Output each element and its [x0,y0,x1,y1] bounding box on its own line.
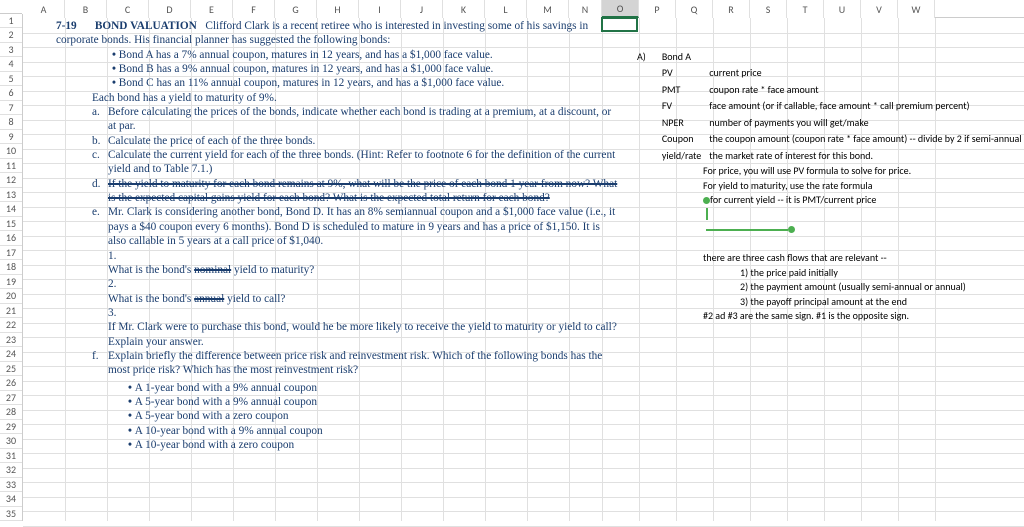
ytm-line: Each bond has a yield to maturity of 9%. [92,91,631,105]
notes-a-bond: Bond A [662,49,707,64]
marker-dot-icon [703,197,710,204]
bond-a-desc: Bond A has a 7% annual coupon, matures i… [112,48,631,62]
row-header-25[interactable]: 25 [0,362,22,377]
col-header-E[interactable]: E [191,0,233,18]
select-all-corner[interactable] [0,0,22,14]
bond-b-desc: Bond B has a 9% annual coupon, matures i… [112,62,631,76]
row-header-31[interactable]: 31 [0,449,22,464]
row-header-32[interactable]: 32 [0,463,22,478]
row-header-20[interactable]: 20 [0,289,22,304]
f-opt-3: A 5-year bond with a zero coupon [128,409,631,423]
col-header-A[interactable]: A [23,0,65,18]
col-header-W[interactable]: W [898,0,935,18]
column-headers: ABCDEFGHIJKLMNOPQRSTUVW [23,0,1024,18]
problem-text: 7-19 BOND VALUATION Clifford Clark is a … [56,19,631,452]
part-b: Calculate the price of each of the three… [108,134,618,148]
row-header-5[interactable]: 5 [0,72,22,87]
row-header-22[interactable]: 22 [0,318,22,333]
part-e1: What is the bond's nominal yield to matu… [108,263,618,277]
row-header-11[interactable]: 11 [0,159,22,174]
col-header-H[interactable]: H [317,0,359,18]
col-header-C[interactable]: C [107,0,149,18]
col-header-N[interactable]: N [569,0,602,18]
part-e3: If Mr. Clark were to purchase this bond,… [108,320,618,349]
row-header-30[interactable]: 30 [0,434,22,449]
notes-cashflows: there are three cash flows that are rele… [703,251,966,324]
row-header-15[interactable]: 15 [0,217,22,232]
col-header-D[interactable]: D [149,0,191,18]
col-header-R[interactable]: R [713,0,750,18]
part-c: Calculate the current yield for each of … [108,148,618,177]
part-d: If the yield to maturity for each bond r… [108,177,618,206]
row-headers: 1234567891011121314151617181920212223242… [0,14,23,522]
row-header-2[interactable]: 2 [0,28,22,43]
row-header-27[interactable]: 27 [0,391,22,406]
marker-line-icon [708,229,788,231]
row-header-8[interactable]: 8 [0,115,22,130]
row-header-16[interactable]: 16 [0,231,22,246]
row-header-4[interactable]: 4 [0,57,22,72]
col-header-O[interactable]: O [602,0,639,18]
row-header-33[interactable]: 33 [0,478,22,493]
row-header-10[interactable]: 10 [0,144,22,159]
notes-formulas: For price, you will use PV formula to so… [703,164,911,237]
col-header-L[interactable]: L [485,0,527,18]
part-a: Before calculating the prices of the bon… [108,105,618,134]
marker-dot-icon [788,226,795,233]
row-header-7[interactable]: 7 [0,101,22,116]
col-header-V[interactable]: V [861,0,898,18]
part-e: Mr. Clark is considering another bond, B… [108,205,618,248]
col-header-T[interactable]: T [787,0,824,18]
f-opt-5: A 10-year bond with a zero coupon [128,438,631,452]
problem-title: BOND VALUATION [95,20,197,32]
row-header-28[interactable]: 28 [0,405,22,420]
col-header-Q[interactable]: Q [676,0,713,18]
col-header-B[interactable]: B [65,0,107,18]
notes-a-label: A) [637,49,652,64]
col-header-G[interactable]: G [275,0,317,18]
row-header-12[interactable]: 12 [0,173,22,188]
f-opt-2: A 5-year bond with a 9% annual coupon [128,395,631,409]
row-header-34[interactable]: 34 [0,492,22,507]
row-header-19[interactable]: 19 [0,275,22,290]
sheet-area[interactable]: 7-19 BOND VALUATION Clifford Clark is a … [23,18,1024,521]
part-f: Explain briefly the difference between p… [108,349,618,378]
row-header-23[interactable]: 23 [0,333,22,348]
row-header-13[interactable]: 13 [0,188,22,203]
row-header-6[interactable]: 6 [0,86,22,101]
row-header-26[interactable]: 26 [0,376,22,391]
col-header-U[interactable]: U [824,0,861,18]
bond-c-desc: Bond C has an 11% annual coupon, matures… [112,76,631,90]
f-opt-4: A 10-year bond with a 9% annual coupon [128,424,631,438]
col-header-F[interactable]: F [233,0,275,18]
part-e2: What is the bond's annual yield to call? [108,292,618,306]
col-header-I[interactable]: I [359,0,401,18]
row-header-14[interactable]: 14 [0,202,22,217]
row-header-1[interactable]: 1 [0,14,22,29]
spreadsheet: 1234567891011121314151617181920212223242… [0,0,1024,521]
row-header-3[interactable]: 3 [0,43,22,58]
col-header-P[interactable]: P [639,0,676,18]
col-header-M[interactable]: M [527,0,569,18]
notes-legend: A)Bond A PVcurrent price PMTcoupon rate … [635,47,1024,165]
col-header-J[interactable]: J [401,0,443,18]
col-header-S[interactable]: S [750,0,787,18]
row-header-9[interactable]: 9 [0,130,22,145]
col-header-K[interactable]: K [443,0,485,18]
row-header-17[interactable]: 17 [0,246,22,261]
row-header-24[interactable]: 24 [0,347,22,362]
row-header-21[interactable]: 21 [0,304,22,319]
f-opt-1: A 1-year bond with a 9% annual coupon [128,381,631,395]
problem-number: 7-19 [56,19,92,33]
row-header-35[interactable]: 35 [0,507,22,522]
row-header-18[interactable]: 18 [0,260,22,275]
row-header-29[interactable]: 29 [0,420,22,435]
